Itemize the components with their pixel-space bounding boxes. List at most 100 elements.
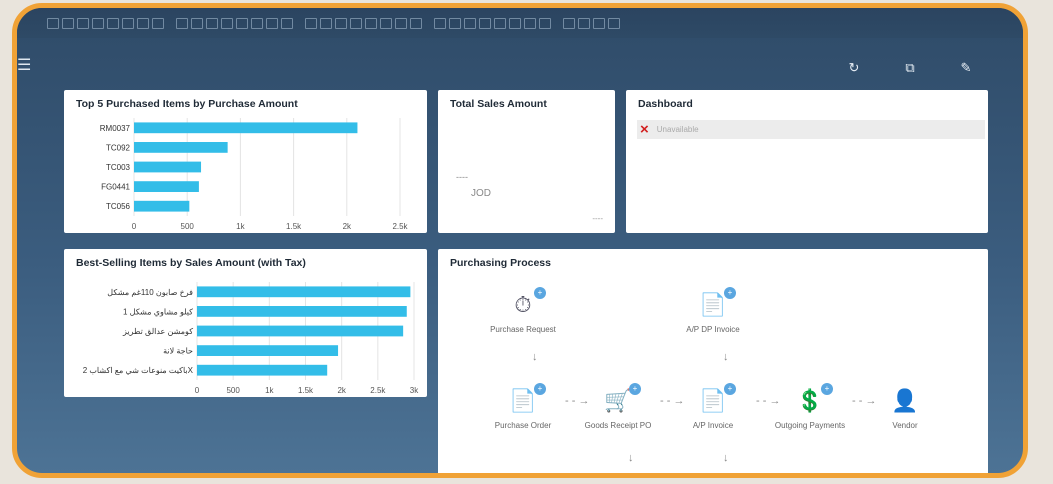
toolbar-button-icon[interactable] — [524, 17, 536, 29]
best-selling-bar-chart: 0 500 1k 1.5k 2k 2.5k 3k فرخ صابون 110غم مشكل كي… — [83, 282, 419, 395]
toolbar-button-icon[interactable] — [494, 17, 506, 29]
x-tick-label: 2k — [343, 222, 352, 231]
flow-arrow-right-icon: - - → — [756, 395, 781, 407]
toolbar-button-icon[interactable] — [449, 17, 461, 29]
toolbar-button-icon[interactable] — [191, 17, 203, 29]
toolbar-button-icon[interactable] — [395, 17, 407, 29]
export-icon[interactable]: ⧉ — [903, 60, 917, 76]
toolbar-button-icon[interactable] — [281, 17, 293, 29]
card-title: Purchasing Process — [450, 257, 551, 269]
toolbar-button-icon[interactable] — [350, 17, 362, 29]
menu-icon[interactable]: ☰ — [17, 58, 31, 74]
add-badge-icon[interactable]: + — [724, 383, 736, 395]
process-node-label: Vendor — [892, 421, 918, 430]
bar[interactable] — [197, 364, 328, 376]
process-node-purchase-order[interactable]: 📄 + Purchase Order — [483, 383, 563, 431]
currency-label: JOD — [471, 188, 491, 199]
total-sales-footer: ---- — [592, 214, 603, 223]
toolbar-button-icon[interactable] — [380, 17, 392, 29]
toolbar-button-icon[interactable] — [152, 17, 164, 29]
toolbar-button-icon[interactable] — [305, 17, 317, 29]
toolbar-button-icon[interactable] — [425, 18, 431, 29]
card-title: Total Sales Amount — [450, 98, 547, 110]
add-badge-icon[interactable]: + — [629, 383, 641, 395]
refresh-icon[interactable]: ↻ — [847, 60, 861, 76]
flow-arrow-right-icon: - - → — [852, 395, 877, 407]
category-label: حاجة لانة — [163, 347, 193, 356]
flow-arrow-down-icon: ↓ — [723, 351, 729, 363]
bar[interactable] — [197, 325, 404, 337]
process-node-ap-invoice[interactable]: 📄 + A/P Invoice — [673, 383, 753, 431]
toolbar-button-icon[interactable] — [92, 17, 104, 29]
process-node-outgoing-payments[interactable]: 💲 + Outgoing Payments — [770, 383, 850, 431]
toolbar — [17, 8, 1023, 38]
purchase-order-icon: 📄 + — [509, 383, 546, 415]
bar[interactable] — [134, 181, 199, 192]
add-badge-icon[interactable]: + — [534, 287, 546, 299]
process-node-purchase-request[interactable]: ⏱ + Purchase Request — [483, 287, 563, 335]
toolbar-button-icon[interactable] — [77, 17, 89, 29]
toolbar-button-icon[interactable] — [539, 17, 551, 29]
toolbar-button-icon[interactable] — [563, 17, 575, 29]
toolbar-button-icon[interactable] — [464, 17, 476, 29]
process-node-goods-receipt-po[interactable]: 🛒 + Goods Receipt PO — [578, 383, 658, 431]
goods-receipt-po-icon: 🛒 + — [604, 383, 641, 415]
toolbar-button-icon[interactable] — [206, 17, 218, 29]
toolbar-button-icon[interactable] — [251, 17, 263, 29]
toolbar-button-icon[interactable] — [107, 17, 119, 29]
toolbar-button-icon[interactable] — [266, 17, 278, 29]
bar[interactable] — [197, 345, 339, 356]
toolbar-button-icon[interactable] — [593, 17, 605, 29]
toolbar-button-icon[interactable] — [236, 17, 248, 29]
x-tick-label: 1k — [236, 222, 245, 231]
toolbar-button-icon[interactable] — [62, 17, 74, 29]
error-x-icon: × — [640, 121, 649, 138]
edit-icon[interactable]: ✎ — [959, 60, 973, 76]
toolbar-button-icon[interactable] — [47, 17, 59, 29]
bar[interactable] — [134, 161, 202, 173]
process-node-label: A/P Invoice — [692, 421, 734, 430]
x-tick-label: 500 — [226, 386, 240, 395]
toolbar-button-icon[interactable] — [296, 18, 302, 29]
toolbar-button-icon[interactable] — [479, 17, 491, 29]
toolbar-button-icon[interactable] — [608, 17, 620, 29]
x-tick-label: 1.5k — [286, 222, 302, 231]
flow-arrow-down-icon: ↓ — [723, 452, 729, 464]
toolbar-button-icon[interactable] — [410, 17, 422, 29]
x-tick-label: 3k — [410, 386, 419, 395]
toolbar-button-icon[interactable] — [554, 18, 560, 29]
toolbar-button-icon[interactable] — [578, 17, 590, 29]
toolbar-button-icon[interactable] — [137, 17, 149, 29]
toolbar-button-icon[interactable] — [320, 17, 332, 29]
bar[interactable] — [134, 200, 190, 212]
dashboard-item[interactable]: × Unavailable — [637, 120, 985, 139]
toolbar-button-icon[interactable] — [176, 17, 188, 29]
process-node-ap-dp-invoice[interactable]: 📄 + A/P DP Invoice — [673, 287, 753, 335]
toolbar-button-icon[interactable] — [221, 17, 233, 29]
process-node-vendor[interactable]: 👤 Vendor — [865, 387, 945, 431]
bar[interactable] — [134, 122, 358, 134]
category-label: TC092 — [106, 143, 131, 152]
toolbar-button-icon[interactable] — [365, 17, 377, 29]
flow-arrow-down-icon: ↓ — [532, 351, 538, 363]
category-label: RM0037 — [100, 124, 131, 133]
flow-arrow-right-icon: - - → — [565, 395, 590, 407]
add-badge-icon[interactable]: + — [534, 383, 546, 395]
bar[interactable] — [134, 142, 228, 153]
bar[interactable] — [197, 306, 407, 317]
category-label: TC003 — [106, 163, 131, 172]
x-tick-label: 2k — [337, 386, 346, 395]
x-tick-label: 500 — [181, 222, 195, 231]
toolbar-button-icon[interactable] — [509, 17, 521, 29]
top5-purchased-card: Top 5 Purchased Items by Purchase Amount… — [64, 90, 427, 233]
x-tick-label: 2.5k — [392, 222, 408, 231]
add-badge-icon[interactable]: + — [821, 383, 833, 395]
toolbar-button-icon[interactable] — [335, 17, 347, 29]
add-badge-icon[interactable]: + — [724, 287, 736, 299]
toolbar-button-icon[interactable] — [122, 17, 134, 29]
category-label: فرخ صابون 110غم مشكل — [107, 288, 193, 297]
toolbar-button-icon[interactable] — [434, 17, 446, 29]
vendor-icon: 👤 — [891, 388, 919, 413]
bar[interactable] — [197, 286, 411, 298]
toolbar-button-icon[interactable] — [167, 18, 173, 29]
